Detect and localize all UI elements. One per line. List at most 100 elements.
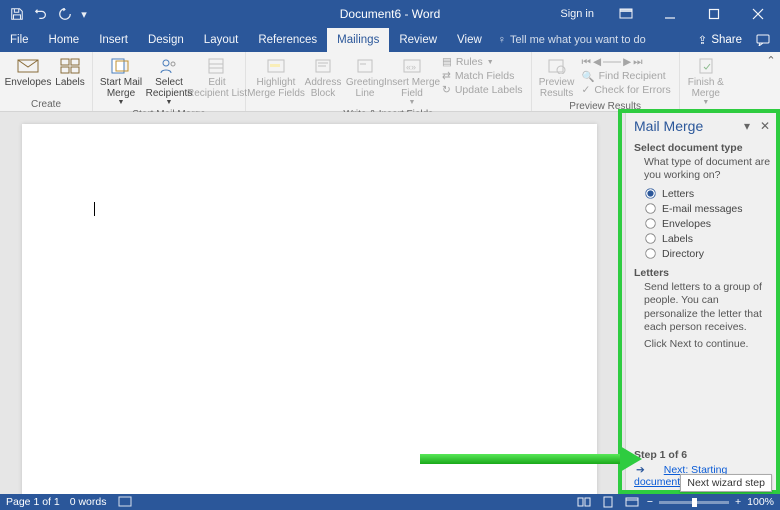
titlebar: ▾ Document6 - Word Sign in: [0, 0, 780, 28]
check-icon: ✓: [582, 84, 591, 96]
labels-button[interactable]: Labels: [52, 54, 88, 90]
preview-results-button[interactable]: Preview Results: [536, 54, 578, 101]
comments-button[interactable]: [752, 26, 774, 54]
zoom-level[interactable]: 100%: [747, 496, 774, 508]
tab-review[interactable]: Review: [389, 28, 447, 52]
finish-merge-button[interactable]: Finish & Merge▼: [684, 54, 728, 109]
maximize-button[interactable]: [692, 0, 736, 28]
signin-link[interactable]: Sign in: [550, 0, 604, 28]
lightbulb-icon: ♀: [498, 34, 506, 46]
address-block-button[interactable]: Address Block: [302, 54, 344, 109]
radio-labels[interactable]: Labels: [644, 231, 772, 246]
preview-nav: ⏮◀ ▶⏭ 🔍Find Recipient ✓Check for Errors: [578, 54, 675, 101]
labels-icon: [58, 56, 82, 76]
match-icon: ⇄: [442, 70, 451, 82]
text-cursor: [94, 202, 95, 216]
tell-me-search[interactable]: ♀ Tell me what you want to do: [498, 28, 646, 52]
share-button[interactable]: ⇪Share: [692, 33, 748, 47]
mailmerge-icon: [109, 56, 133, 76]
record-nav[interactable]: ⏮◀ ▶⏭: [582, 55, 671, 69]
save-button[interactable]: [6, 3, 28, 25]
click-next-text: Click Next to continue.: [644, 338, 772, 351]
group-finish: Finish & Merge▼ Finish: [680, 52, 732, 111]
step-indicator: Step 1 of 6: [634, 449, 774, 461]
start-mail-merge-button[interactable]: Start Mail Merge▼: [97, 54, 145, 109]
collapse-ribbon-button[interactable]: ⌃: [762, 52, 780, 111]
redo-button[interactable]: [54, 3, 76, 25]
group-write-insert-fields: Highlight Merge Fields Address Block Gre…: [246, 52, 532, 111]
update-labels-button[interactable]: ↻Update Labels: [442, 83, 523, 97]
tab-design[interactable]: Design: [138, 28, 194, 52]
rules-icon: ▤: [442, 56, 452, 68]
zoom-in-button[interactable]: +: [735, 496, 741, 508]
zoom-slider[interactable]: [659, 501, 729, 504]
select-doc-type-heading: Select document type: [634, 142, 772, 154]
greeting-icon: [353, 56, 377, 76]
radio-envelopes[interactable]: Envelopes: [644, 216, 772, 231]
undo-button[interactable]: [30, 3, 52, 25]
arrow-right-icon: ➔: [636, 464, 645, 476]
zoom-out-button[interactable]: −: [647, 496, 653, 508]
mail-merge-pane: Mail Merge ▾ ✕ Select document type What…: [625, 112, 780, 494]
select-recipients-button[interactable]: Select Recipients▼: [145, 54, 193, 109]
check-errors-button[interactable]: ✓Check for Errors: [582, 83, 671, 97]
letters-heading: Letters: [634, 267, 772, 279]
tab-layout[interactable]: Layout: [194, 28, 249, 52]
read-mode-button[interactable]: [575, 495, 593, 509]
radio-letters[interactable]: Letters: [644, 186, 772, 201]
finish-icon: [694, 56, 718, 76]
tab-view[interactable]: View: [447, 28, 492, 52]
ribbon-tabs: File Home Insert Design Layout Reference…: [0, 28, 780, 52]
tab-file[interactable]: File: [0, 28, 39, 52]
recipients-icon: [157, 56, 181, 76]
rules-button[interactable]: ▤Rules ▼: [442, 55, 523, 69]
qat-customize[interactable]: ▾: [78, 3, 90, 25]
tab-insert[interactable]: Insert: [89, 28, 138, 52]
address-icon: [311, 56, 335, 76]
pane-title: Mail Merge: [634, 118, 703, 134]
greeting-line-button[interactable]: Greeting Line: [344, 54, 386, 109]
letters-description: Send letters to a group of people. You c…: [644, 281, 772, 334]
radio-email[interactable]: E-mail messages: [644, 201, 772, 216]
quick-access-toolbar: ▾: [0, 3, 90, 25]
write-small-buttons: ▤Rules ▼ ⇄Match Fields ↻Update Labels: [438, 54, 527, 109]
svg-text:«»: «»: [406, 62, 416, 72]
close-button[interactable]: [736, 0, 780, 28]
minimize-button[interactable]: [648, 0, 692, 28]
envelopes-button[interactable]: Envelopes: [4, 54, 52, 90]
radio-directory[interactable]: Directory: [644, 246, 772, 261]
find-recipient-button[interactable]: 🔍Find Recipient: [582, 69, 671, 83]
pane-close-button[interactable]: ✕: [756, 119, 774, 133]
ribbon-display-options[interactable]: [604, 0, 648, 28]
spellcheck-button[interactable]: [116, 495, 134, 509]
word-count[interactable]: 0 words: [70, 496, 107, 508]
highlight-icon: [264, 56, 288, 76]
web-layout-button[interactable]: [623, 495, 641, 509]
highlight-merge-fields-button[interactable]: Highlight Merge Fields: [250, 54, 302, 109]
pane-options-button[interactable]: ▾: [738, 119, 756, 133]
doc-type-question: What type of document are you working on…: [644, 156, 772, 182]
tab-mailings[interactable]: Mailings: [327, 28, 389, 52]
preview-icon: [545, 56, 569, 76]
page-indicator[interactable]: Page 1 of 1: [6, 496, 60, 508]
document-title: Document6 - Word: [340, 7, 440, 21]
group-start-mail-merge: Start Mail Merge▼ Select Recipients▼ Edi…: [93, 52, 246, 111]
share-icon: ⇪: [698, 33, 708, 47]
tooltip-next-wizard-step: Next wizard step: [680, 474, 772, 492]
insert-field-icon: «»: [400, 56, 424, 76]
find-icon: 🔍: [582, 70, 595, 83]
statusbar: Page 1 of 1 0 words − + 100%: [0, 494, 780, 510]
edit-recipient-list-button[interactable]: Edit Recipient List: [193, 54, 241, 109]
envelope-icon: [16, 56, 40, 76]
edit-list-icon: [205, 56, 229, 76]
match-fields-button[interactable]: ⇄Match Fields: [442, 69, 523, 83]
document-page[interactable]: [22, 124, 597, 504]
ribbon: Envelopes Labels Create Start Mail Merge…: [0, 52, 780, 112]
update-icon: ↻: [442, 84, 451, 96]
group-create: Envelopes Labels Create: [0, 52, 93, 111]
tab-references[interactable]: References: [248, 28, 327, 52]
print-layout-button[interactable]: [599, 495, 617, 509]
tab-home[interactable]: Home: [39, 28, 90, 52]
group-preview-results: Preview Results ⏮◀ ▶⏭ 🔍Find Recipient ✓C…: [532, 52, 680, 111]
insert-merge-field-button[interactable]: «»Insert Merge Field▼: [386, 54, 438, 109]
